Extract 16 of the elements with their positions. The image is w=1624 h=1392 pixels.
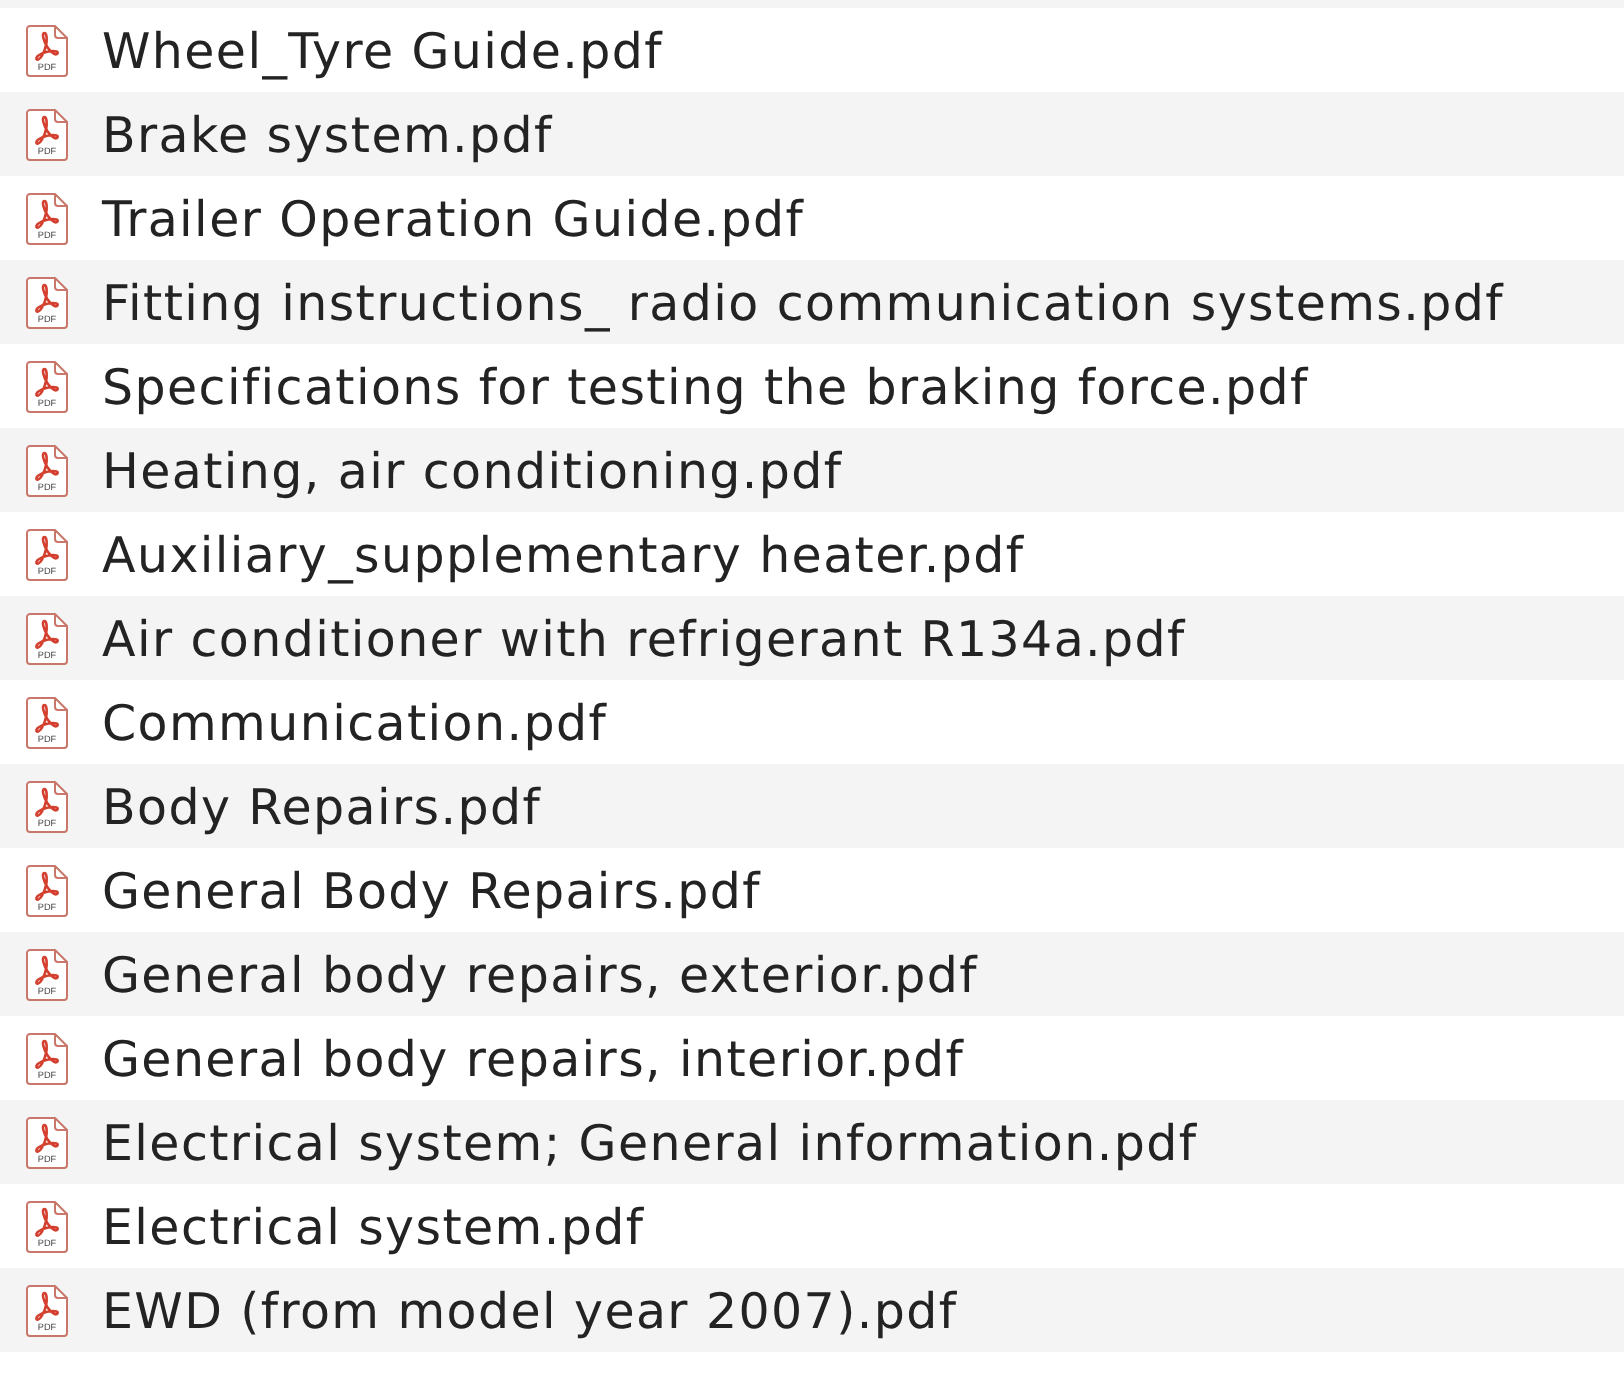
file-name: Electrical system; General information.pdf <box>102 1113 1198 1171</box>
file-name: Body Repairs.pdf <box>102 777 542 835</box>
file-name: General body repairs, interior.pdf <box>102 1029 965 1087</box>
file-name: Wheel_Tyre Guide.pdf <box>102 21 663 79</box>
file-name: Communication.pdf <box>102 693 608 751</box>
file-name: General body repairs, exterior.pdf <box>102 945 978 1003</box>
file-name: General Body Repairs.pdf <box>102 861 761 919</box>
file-name: Air conditioner with refrigerant R134a.pdf <box>102 609 1186 667</box>
file-name: Heating, air conditioning.pdf <box>102 441 843 499</box>
file-name: Electrical system.pdf <box>102 1197 645 1255</box>
file-name: Trailer Operation Guide.pdf <box>102 189 805 247</box>
file-name: Fitting instructions_ radio communication systems.pdf <box>102 273 1504 331</box>
file-name: Brake system.pdf <box>102 105 553 163</box>
file-name: EWD (from model year 2007).pdf <box>102 1281 958 1339</box>
file-name: Specifications for testing the braking force.pdf <box>102 357 1309 415</box>
file-name: Auxiliary_supplementary heater.pdf <box>102 525 1025 583</box>
